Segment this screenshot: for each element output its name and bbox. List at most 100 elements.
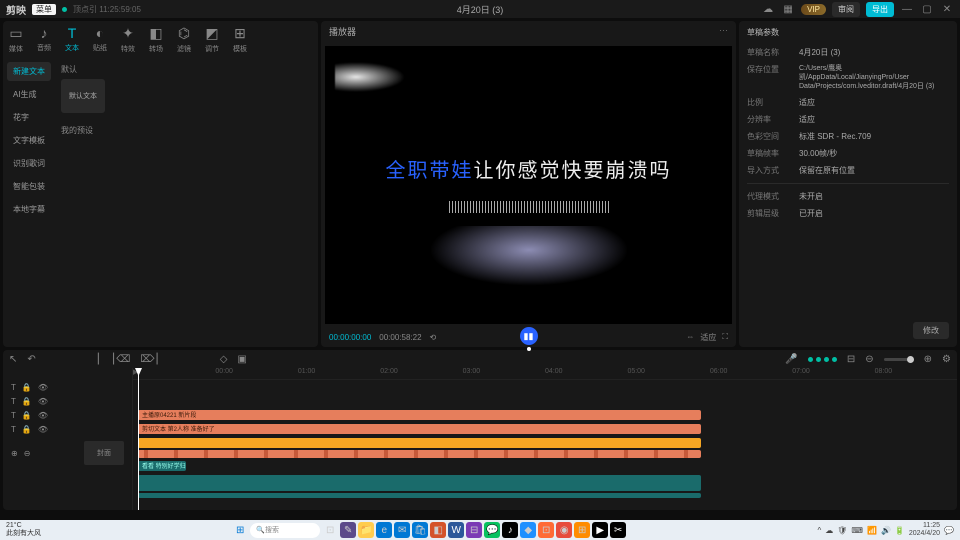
track-header[interactable]: T 🔒👁 [7,380,128,394]
compare-icon[interactable]: ⇔ [686,332,694,343]
tab-adjust[interactable]: ◩调节 [205,25,219,54]
clip-text-2[interactable]: 剪切文本 第2人称 准备好了 [138,424,701,434]
modify-button[interactable]: 修改 [913,322,949,339]
maximize-icon[interactable]: ▢ [920,2,934,16]
douyin-icon[interactable]: ♪ [502,522,518,538]
clip-sticker[interactable] [138,438,701,448]
scale-button[interactable]: 适应 [700,332,716,343]
undo-icon[interactable]: ↶ [27,354,35,365]
time-ruler[interactable]: ▶00:0001:0002:0003:0004:0005:0006:0007:0… [133,368,957,380]
zoom-slider[interactable] [884,358,914,361]
crop-icon[interactable]: ▣ [237,354,246,365]
close-icon[interactable]: ✕ [940,2,954,16]
jianying-icon[interactable]: ✂ [610,522,626,538]
sidebar-item-smart[interactable]: 智能包装 [7,177,51,196]
clip-audio-main[interactable] [138,493,701,498]
cover-thumb[interactable]: 封面 [84,441,124,465]
track-header[interactable]: T 🔒👁 [7,408,128,422]
security-icon[interactable]: 🛡 [837,526,847,535]
app-icon[interactable]: ✎ [340,522,356,538]
settings-icon[interactable]: ⚙ [942,354,951,365]
subtitle-overlay: 全职带娃让你感觉快要崩溃吗 [386,154,672,183]
loop-icon[interactable]: ⟲ [430,333,437,342]
select-tool-icon[interactable]: ↖ [9,354,17,365]
app-icon[interactable]: ◆ [520,522,536,538]
store-icon[interactable]: 🛍 [412,522,428,538]
notifications-icon[interactable]: 💬 [944,526,954,535]
minimize-icon[interactable]: — [900,2,914,16]
app-icon[interactable]: ⊞ [574,522,590,538]
sidebar-item-fancy[interactable]: 花字 [7,108,51,127]
tab-transition[interactable]: ◧转场 [149,25,163,54]
preview-viewport[interactable]: 全职带娃让你感觉快要崩溃吗 [325,46,732,324]
align-icon[interactable]: ⊟ [847,354,855,365]
tab-media[interactable]: ▭媒体 [9,25,23,54]
clip-markers[interactable] [138,450,701,458]
mail-icon[interactable]: ✉ [394,522,410,538]
weather-widget[interactable]: 21°C此刻有大风 [6,522,41,538]
mic-icon[interactable]: 🎤 [785,354,797,365]
clip-video-main[interactable] [138,475,701,491]
system-tray[interactable]: ^ ☁ 🛡 ⌨📶🔊🔋 11:252024/4/20 💬 [818,522,955,538]
split-icon[interactable]: ⎮ [96,354,101,365]
split-right-icon[interactable]: ⌦⎮ [140,354,159,365]
asset-tabs: ▭媒体 ♪音频 T文本 ◐贴纸 ✦特效 ◧转场 ⌬滤镜 ◩调节 ⊞模板 [3,21,318,58]
app-icon[interactable]: ◧ [430,522,446,538]
split-left-icon[interactable]: ⎮⌫ [111,354,130,365]
cover-track-header[interactable]: ⊕⊖ 封面 [7,446,128,460]
timeline-tracks[interactable]: ▶00:0001:0002:0003:0004:0005:0006:0007:0… [133,368,957,510]
tab-template[interactable]: ⊞模板 [233,25,247,54]
layout-icon[interactable]: ▦ [781,2,795,16]
cloud-tray-icon[interactable]: ☁ [825,526,833,535]
tab-effect[interactable]: ✦特效 [121,25,135,54]
review-button[interactable]: 审阅 [832,2,860,17]
vip-badge[interactable]: VIP [801,4,826,15]
sidebar-item-ai[interactable]: AI生成 [7,85,51,104]
chevron-up-icon[interactable]: ^ [818,526,822,535]
app-icon[interactable]: ◉ [556,522,572,538]
word-icon[interactable]: W [448,522,464,538]
current-time: 00:00:00:00 [329,333,371,342]
app-icon[interactable]: ▶ [592,522,608,538]
clock[interactable]: 11:252024/4/20 [909,522,940,538]
start-icon[interactable]: ⊞ [232,522,248,538]
tab-sticker[interactable]: ◐贴纸 [93,25,107,54]
clip-text-1[interactable]: 主播原04221 新片段 [138,410,701,420]
asset-default-text[interactable]: 默认文本 [61,79,105,113]
clip-audio-short[interactable]: 看看 特别好学归 [138,461,186,471]
freeze-icon[interactable]: ◇ [220,354,228,365]
media-icon: ▭ [9,25,22,42]
tab-filter[interactable]: ⌬滤镜 [177,25,191,54]
taskview-icon[interactable]: ⊡ [322,522,338,538]
sidebar-item-lyrics[interactable]: 识别歌词 [7,154,51,173]
track-header[interactable]: T 🔒👁 [7,422,128,436]
titlebar: 剪映 菜单 顶点引 11:25:59:05 4月20日 (3) ☁ ▦ VIP … [0,0,960,18]
zoom-out-icon[interactable]: ⊖ [865,354,873,365]
wechat-icon[interactable]: 💬 [484,522,500,538]
edge-icon[interactable]: e [376,522,392,538]
auto-toggles[interactable] [808,357,837,362]
track-headers: T 🔒👁 T 🔒👁 T 🔒👁 T 🔒👁 ⊕⊖ 封面 [3,368,133,510]
export-button[interactable]: 导出 [866,2,894,17]
tab-audio[interactable]: ♪音频 [37,25,51,54]
zoom-in-icon[interactable]: ⊕ [924,354,932,365]
prop-row: 草稿帧率30.00帧/秒 [747,145,949,162]
explorer-icon[interactable]: 📁 [358,522,374,538]
sidebar-item-template[interactable]: 文字模板 [7,131,51,150]
play-button[interactable]: ▮▮ [520,327,538,345]
divider [747,183,949,184]
track-header[interactable]: T 🔒👁 [7,394,128,408]
fullscreen-icon[interactable]: ⛶ [722,332,728,343]
app-icon[interactable]: ⊟ [466,522,482,538]
sidebar-item-newtext[interactable]: 新建文本 [7,62,51,81]
prop-row: 分辨率适应 [747,111,949,128]
taskbar-search[interactable]: 🔍 搜索 [250,523,320,538]
cloud-icon[interactable]: ☁ [761,2,775,16]
playhead[interactable] [138,368,139,510]
adjust-icon: ◩ [205,25,218,42]
sidebar-item-local[interactable]: 本地字幕 [7,200,51,219]
app-icon[interactable]: ⊡ [538,522,554,538]
menu-button[interactable]: 菜单 [32,4,56,15]
tab-text[interactable]: T文本 [65,25,79,54]
preview-menu-icon[interactable]: ⋯ [719,25,728,38]
